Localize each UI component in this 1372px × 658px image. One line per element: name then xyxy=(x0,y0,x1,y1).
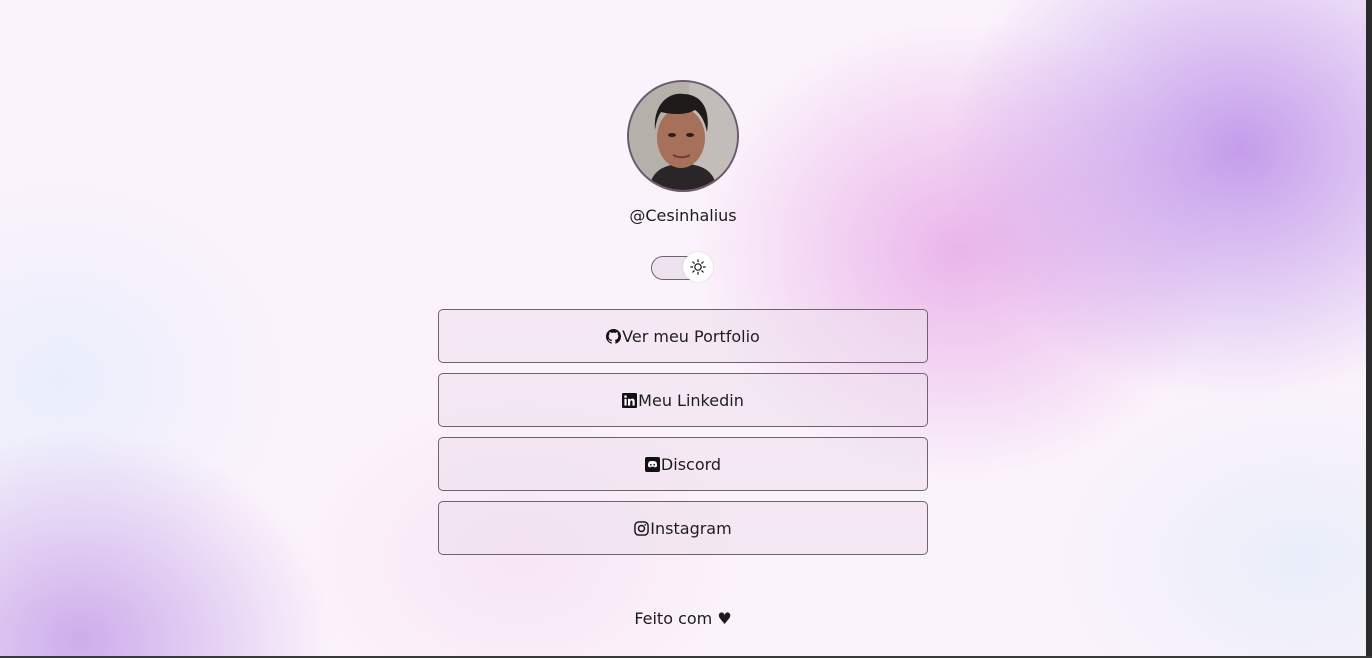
theme-toggle-knob[interactable] xyxy=(683,252,713,282)
theme-toggle[interactable] xyxy=(651,252,713,282)
footer-text: Feito com ♥ xyxy=(634,609,732,628)
link-list: Ver meu Portfolio Meu Linkedin Discord I… xyxy=(438,309,928,565)
page: @Cesinhalius Ver meu Portfolio Meu Linke… xyxy=(0,0,1366,658)
window-right-border xyxy=(1366,0,1372,658)
avatar-photo xyxy=(629,82,737,190)
linkedin-link-label: Meu Linkedin xyxy=(638,390,744,410)
linkedin-link-button[interactable]: Meu Linkedin xyxy=(438,373,928,427)
discord-icon xyxy=(644,456,660,472)
instagram-link-button[interactable]: Instagram xyxy=(438,501,928,555)
linkedin-icon xyxy=(622,392,638,408)
github-icon xyxy=(606,328,622,344)
instagram-icon xyxy=(634,520,650,536)
sun-icon xyxy=(690,259,706,275)
portfolio-link-label: Ver meu Portfolio xyxy=(622,326,760,346)
avatar xyxy=(627,80,739,192)
instagram-link-label: Instagram xyxy=(650,518,732,538)
discord-link-label: Discord xyxy=(660,454,722,474)
username: @Cesinhalius xyxy=(629,206,737,225)
discord-link-button[interactable]: Discord xyxy=(438,437,928,491)
portfolio-link-button[interactable]: Ver meu Portfolio xyxy=(438,309,928,363)
